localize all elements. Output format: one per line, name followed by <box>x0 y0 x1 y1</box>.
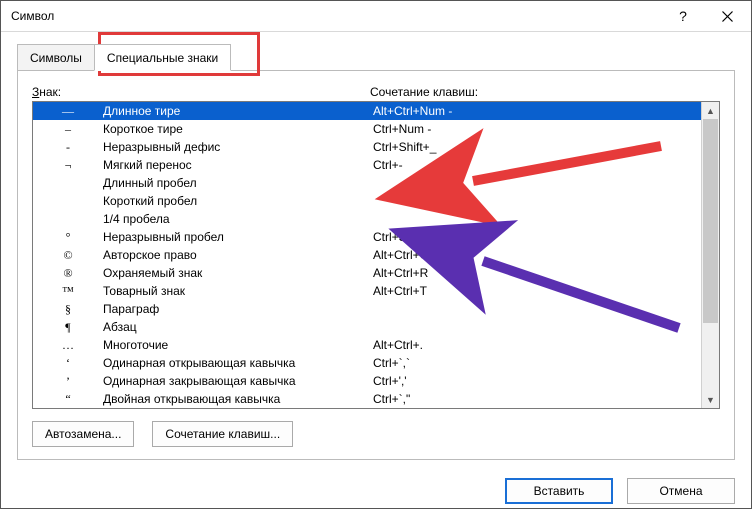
dialog-footer: Вставить Отмена <box>1 474 751 508</box>
symbol-shortcut: Ctrl+- <box>373 156 701 174</box>
symbol-glyph: ° <box>33 228 103 246</box>
scroll-down-button[interactable]: ▼ <box>702 391 719 408</box>
symbol-name: Параграф <box>103 300 373 318</box>
symbol-name: Многоточие <box>103 336 373 354</box>
cancel-button[interactable]: Отмена <box>627 478 735 504</box>
symbol-name: Длинное тире <box>103 102 373 120</box>
list-item[interactable]: —Длинное тиреAlt+Ctrl+Num - <box>33 102 701 120</box>
symbol-shortcut: Ctrl+`,` <box>373 354 701 372</box>
list-viewport[interactable]: —Длинное тиреAlt+Ctrl+Num -–Короткое тир… <box>33 102 701 408</box>
symbol-name: Абзац <box>103 318 373 336</box>
symbol-glyph: ™ <box>33 282 103 300</box>
close-button[interactable] <box>705 1 749 31</box>
header-shortcut: Сочетание клавиш: <box>370 85 720 99</box>
list-item[interactable]: ¬Мягкий переносCtrl+- <box>33 156 701 174</box>
symbol-name: Неразрывный пробел <box>103 228 373 246</box>
symbol-glyph: ¬ <box>33 156 103 174</box>
symbol-name: Неразрывный дефис <box>103 138 373 156</box>
list-item[interactable]: ™Товарный знакAlt+Ctrl+T <box>33 282 701 300</box>
symbol-shortcut: Alt+Ctrl+C <box>373 246 701 264</box>
list-item[interactable]: ©Авторское правоAlt+Ctrl+C <box>33 246 701 264</box>
symbol-glyph: - <box>33 138 103 156</box>
symbol-glyph: ¶ <box>33 318 103 336</box>
symbol-glyph: … <box>33 336 103 354</box>
autocorrect-button[interactable]: Автозамена... <box>32 421 134 447</box>
symbol-name: Длинный пробел <box>103 174 373 192</box>
insert-button[interactable]: Вставить <box>505 478 613 504</box>
scrollbar[interactable]: ▲ ▼ <box>701 102 719 408</box>
list-item[interactable]: §Параграф <box>33 300 701 318</box>
symbol-glyph: ‘ <box>33 354 103 372</box>
titlebar: Символ ? <box>1 1 751 32</box>
symbol-glyph: — <box>33 102 103 120</box>
list-item[interactable]: ’Одинарная закрывающая кавычкаCtrl+',' <box>33 372 701 390</box>
tab-strip: Символы Специальные знаки <box>17 42 735 70</box>
scroll-up-button[interactable]: ▲ <box>702 102 719 119</box>
tab-special-chars[interactable]: Специальные знаки <box>94 44 231 71</box>
list-item[interactable]: “Двойная открывающая кавычкаCtrl+`," <box>33 390 701 408</box>
symbol-name: Одинарная открывающая кавычка <box>103 354 373 372</box>
symbol-name: 1/4 пробела <box>103 210 373 228</box>
symbol-shortcut: Ctrl+Shift+_ <box>373 138 701 156</box>
symbol-shortcut: Alt+Ctrl+T <box>373 282 701 300</box>
dialog-body: Символы Специальные знаки Знак: Сочетани… <box>1 32 751 474</box>
symbol-shortcut: Ctrl+Shift+Пробел <box>373 228 701 246</box>
symbol-glyph: ’ <box>33 372 103 390</box>
header-symbol: Знак: <box>32 85 370 99</box>
list-item[interactable]: 1/4 пробела <box>33 210 701 228</box>
tab-symbols[interactable]: Символы <box>17 44 95 71</box>
scroll-track[interactable] <box>702 119 719 391</box>
special-chars-list: —Длинное тиреAlt+Ctrl+Num -–Короткое тир… <box>32 101 720 409</box>
list-item[interactable]: -Неразрывный дефисCtrl+Shift+_ <box>33 138 701 156</box>
symbol-glyph: “ <box>33 390 103 408</box>
help-button[interactable]: ? <box>661 1 705 31</box>
symbol-name: Одинарная закрывающая кавычка <box>103 372 373 390</box>
list-item[interactable]: –Короткое тиреCtrl+Num - <box>33 120 701 138</box>
symbol-name: Короткий пробел <box>103 192 373 210</box>
list-item[interactable]: ¶Абзац <box>33 318 701 336</box>
symbol-dialog: Символ ? Символы Специальные знаки Знак:… <box>0 0 752 509</box>
list-item[interactable]: …МноготочиеAlt+Ctrl+. <box>33 336 701 354</box>
symbol-glyph: © <box>33 246 103 264</box>
list-item[interactable]: ®Охраняемый знакAlt+Ctrl+R <box>33 264 701 282</box>
close-icon <box>722 11 733 22</box>
list-item[interactable]: ‘Одинарная открывающая кавычкаCtrl+`,` <box>33 354 701 372</box>
symbol-shortcut: Alt+Ctrl+Num - <box>373 102 701 120</box>
symbol-shortcut: Ctrl+',' <box>373 372 701 390</box>
panel-buttons: Автозамена... Сочетание клавиш... <box>32 421 720 447</box>
symbol-glyph: ® <box>33 264 103 282</box>
shortcut-key-button[interactable]: Сочетание клавиш... <box>152 421 293 447</box>
symbol-name: Мягкий перенос <box>103 156 373 174</box>
column-headers: Знак: Сочетание клавиш: <box>32 85 720 99</box>
list-item[interactable]: °Неразрывный пробелCtrl+Shift+Пробел <box>33 228 701 246</box>
symbol-name: Товарный знак <box>103 282 373 300</box>
symbol-name: Охраняемый знак <box>103 264 373 282</box>
window-title: Символ <box>11 9 661 23</box>
symbol-name: Авторское право <box>103 246 373 264</box>
symbol-glyph: § <box>33 300 103 318</box>
list-item[interactable]: Длинный пробел <box>33 174 701 192</box>
symbol-name: Двойная открывающая кавычка <box>103 390 373 408</box>
tab-panel: Знак: Сочетание клавиш: —Длинное тиреAlt… <box>17 70 735 460</box>
symbol-name: Короткое тире <box>103 120 373 138</box>
symbol-shortcut: Ctrl+Num - <box>373 120 701 138</box>
list-item[interactable]: Короткий пробел <box>33 192 701 210</box>
scroll-thumb[interactable] <box>703 119 718 323</box>
symbol-glyph: – <box>33 120 103 138</box>
symbol-shortcut: Alt+Ctrl+R <box>373 264 701 282</box>
symbol-shortcut: Alt+Ctrl+. <box>373 336 701 354</box>
symbol-shortcut: Ctrl+`," <box>373 390 701 408</box>
